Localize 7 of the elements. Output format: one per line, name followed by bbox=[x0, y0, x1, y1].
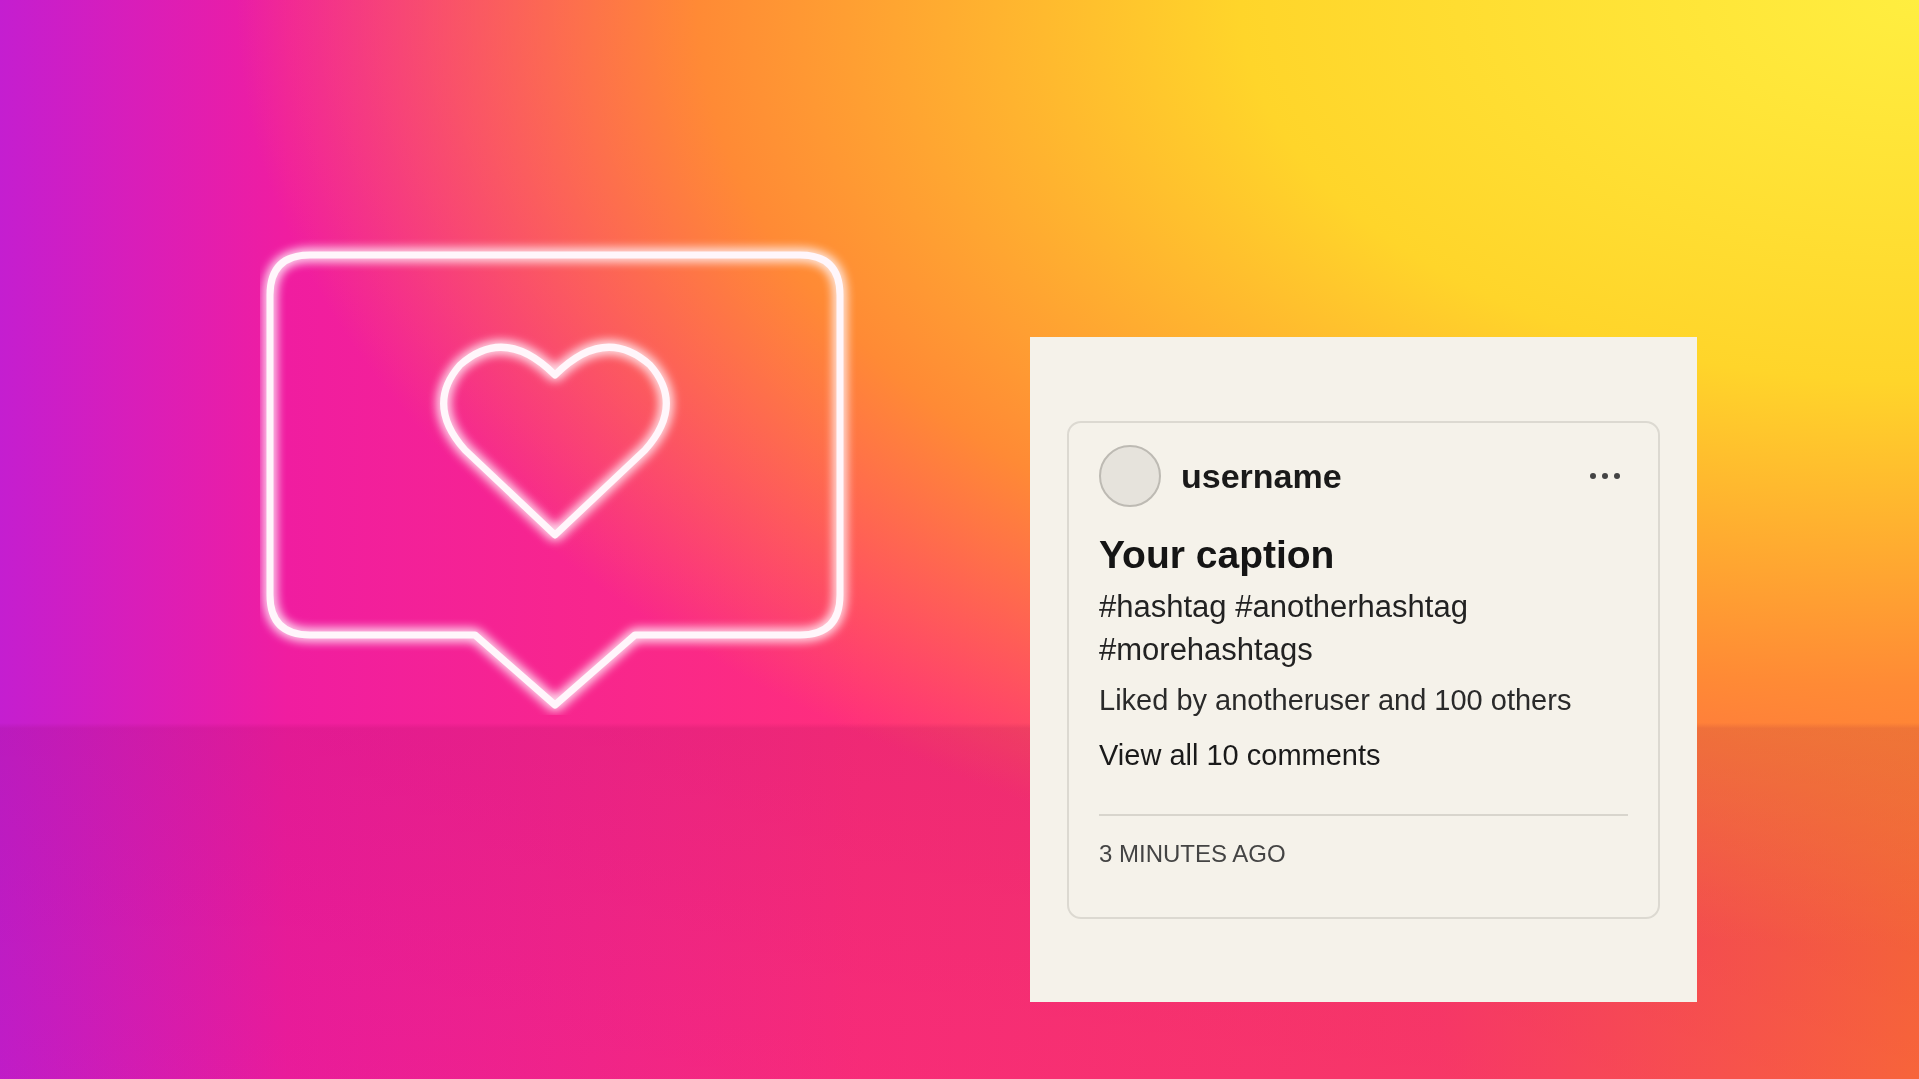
view-comments-link[interactable]: View all 10 comments bbox=[1099, 738, 1628, 772]
hashtags: #hashtag #anotherhashtag #morehashtags bbox=[1099, 588, 1469, 670]
post-timestamp: 3 MINUTES AGO bbox=[1099, 839, 1287, 868]
post-caption: Your caption bbox=[1099, 533, 1336, 577]
likes-text: Liked by anotheruser and 100 others bbox=[1099, 683, 1573, 717]
more-options-icon[interactable] bbox=[1590, 473, 1620, 479]
username[interactable]: username bbox=[1181, 456, 1570, 496]
